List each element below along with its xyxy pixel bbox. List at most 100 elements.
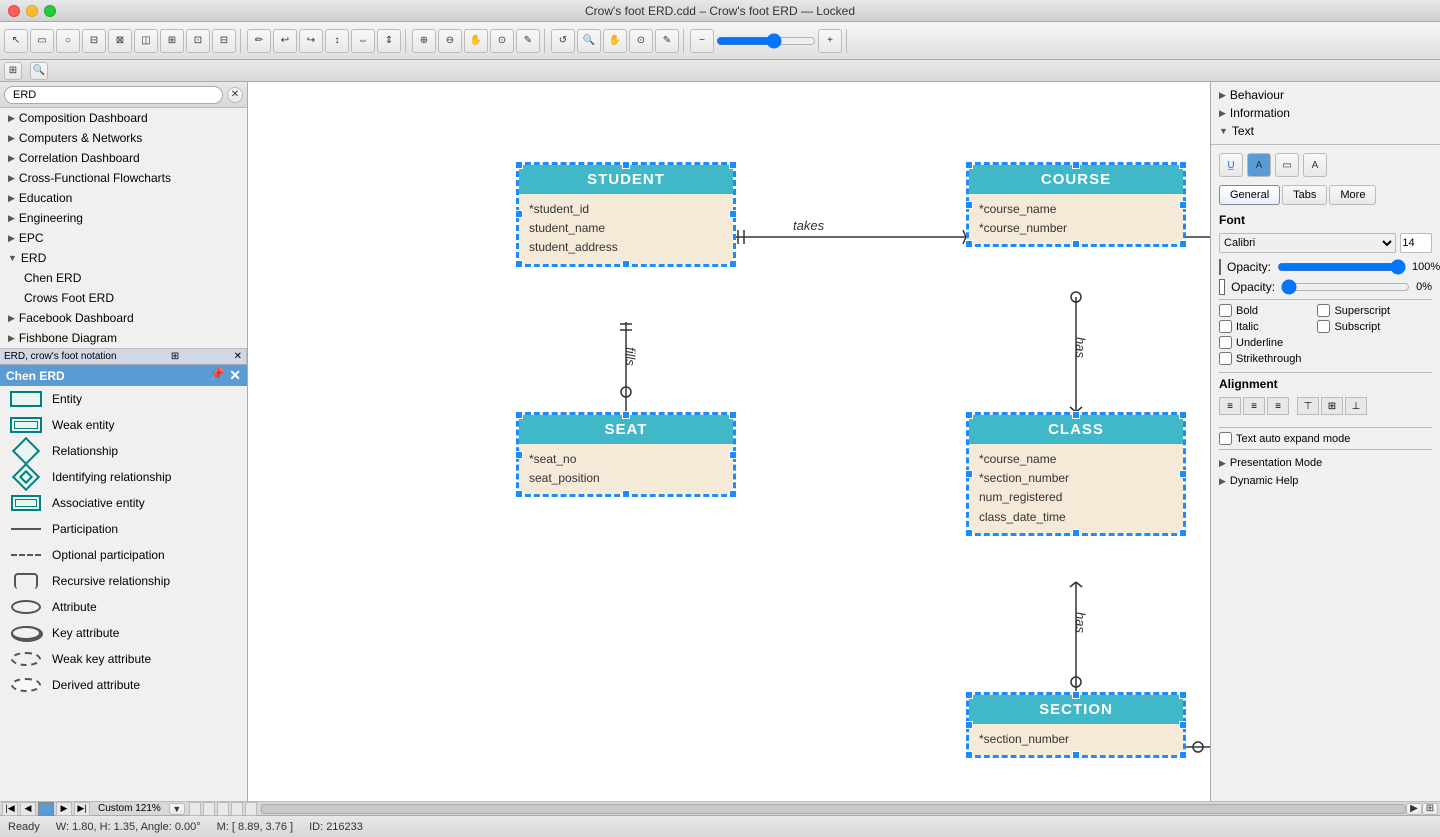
shape-weak-key[interactable]: Weak key attribute (0, 646, 247, 672)
font-size-input[interactable] (1400, 233, 1432, 253)
pencil-btn[interactable]: ✎ (655, 29, 679, 53)
align-center-button[interactable]: ≡ (1243, 397, 1265, 415)
page-size-3[interactable] (217, 802, 229, 816)
handle-tm[interactable] (1072, 411, 1080, 419)
align-top-button[interactable]: ⊤ (1297, 397, 1319, 415)
shape-entity[interactable]: Entity (0, 386, 247, 412)
search-toggle[interactable]: 🔍 (30, 62, 48, 80)
handle-tm[interactable] (622, 161, 630, 169)
close-button[interactable] (8, 5, 20, 17)
handle-mr[interactable] (1179, 201, 1187, 209)
tree-item-text[interactable]: ▼ Text (1215, 122, 1436, 140)
text-format-icon[interactable]: A (1303, 153, 1327, 177)
nav-tool5[interactable]: ✎ (516, 29, 540, 53)
handle-bl[interactable] (515, 490, 523, 498)
align-bottom-button[interactable]: ⊥ (1345, 397, 1367, 415)
underline-checkbox[interactable] (1219, 336, 1232, 349)
sidebar-item-fishbone[interactable]: ▶ Fishbone Diagram (0, 328, 247, 348)
canvas-area[interactable]: takes fills has has teaches tea... STUDE… (248, 82, 1210, 801)
shape-attribute[interactable]: Attribute (0, 594, 247, 620)
draw-tool3[interactable]: ↪ (299, 29, 323, 53)
handle-tl[interactable] (515, 411, 523, 419)
handle-tr[interactable] (729, 161, 737, 169)
shape-assoc-entity[interactable]: Associative entity (0, 490, 247, 516)
font-family-select[interactable]: Calibri (1219, 233, 1396, 253)
entity-student[interactable]: STUDENT *student_idstudent_namestudent_a… (516, 162, 736, 267)
page-prev-button[interactable]: |◀ (2, 802, 18, 816)
search-input[interactable] (4, 86, 223, 104)
handle-mr[interactable] (729, 210, 737, 218)
sidebar-item-crowsfoot[interactable]: Crows Foot ERD (0, 288, 247, 308)
zoom-minus[interactable]: − (690, 29, 714, 53)
nav-tool1[interactable]: ⊕ (412, 29, 436, 53)
sidebar-item-facebook[interactable]: ▶ Facebook Dashboard (0, 308, 247, 328)
refresh-btn[interactable]: ↺ (551, 29, 575, 53)
tab-close-icon[interactable]: ✕ (234, 351, 242, 362)
close-panel-button[interactable]: ✕ (229, 367, 241, 384)
ellipse-tool[interactable]: ○ (56, 29, 80, 53)
draw-tool5[interactable]: ⇔ (351, 29, 375, 53)
more-tool4[interactable]: ⊡ (186, 29, 210, 53)
print-btn[interactable]: ⊙ (629, 29, 653, 53)
tree-item-information[interactable]: ▶ Information (1215, 104, 1436, 122)
page-size-4[interactable] (231, 802, 243, 816)
superscript-checkbox[interactable] (1317, 304, 1330, 317)
page-size-1[interactable] (189, 802, 201, 816)
handle-bm[interactable] (622, 490, 630, 498)
tab-general[interactable]: General (1219, 185, 1280, 205)
handle-ml[interactable] (965, 201, 973, 209)
align-left-button[interactable]: ≡ (1219, 397, 1241, 415)
pin-icon[interactable]: 📌 (210, 367, 225, 384)
hand-btn[interactable]: ✋ (603, 29, 627, 53)
more-tool5[interactable]: ⊟ (212, 29, 236, 53)
entity-course[interactable]: COURSE *course_name*course_number (966, 162, 1186, 247)
text-box-icon[interactable]: ▭ (1275, 153, 1299, 177)
scroll-right-button[interactable]: ▶ (1406, 803, 1422, 815)
page-size-2[interactable] (203, 802, 215, 816)
handle-tr[interactable] (1179, 411, 1187, 419)
handle-bl[interactable] (515, 260, 523, 268)
handle-mr[interactable] (1179, 721, 1187, 729)
handle-mr[interactable] (729, 451, 737, 459)
handle-br[interactable] (1179, 240, 1187, 248)
nav-tool2[interactable]: ⊖ (438, 29, 462, 53)
subscript-checkbox[interactable] (1317, 320, 1330, 333)
handle-tr[interactable] (729, 411, 737, 419)
handle-tl[interactable] (515, 161, 523, 169)
sidebar-item-crossfunc[interactable]: ▶ Cross-Functional Flowcharts (0, 168, 247, 188)
entity-section[interactable]: SECTION *section_number (966, 692, 1186, 758)
more-tool2[interactable]: ◫ (134, 29, 158, 53)
sidebar-item-engineering[interactable]: ▶ Engineering (0, 208, 247, 228)
tab-tabs[interactable]: Tabs (1282, 185, 1327, 205)
sidebar-item-composition[interactable]: ▶ Composition Dashboard (0, 108, 247, 128)
hscroll-track[interactable] (261, 804, 1406, 814)
bg-color-swatch[interactable] (1219, 279, 1225, 295)
handle-tm[interactable] (1072, 691, 1080, 699)
draw-tool6[interactable]: ⇕ (377, 29, 401, 53)
handle-tm[interactable] (622, 411, 630, 419)
line-tool[interactable]: ⊟ (82, 29, 106, 53)
align-middle-button[interactable]: ⊞ (1321, 397, 1343, 415)
shape-weak-entity[interactable]: Weak entity (0, 412, 247, 438)
handle-bm[interactable] (1072, 529, 1080, 537)
search-clear-button[interactable]: ✕ (227, 87, 243, 103)
text-auto-expand-checkbox[interactable] (1219, 432, 1232, 445)
handle-bl[interactable] (965, 751, 973, 759)
strikethrough-checkbox[interactable] (1219, 352, 1232, 365)
shape-optional-participation[interactable]: Optional participation (0, 542, 247, 568)
canvas[interactable]: takes fills has has teaches tea... STUDE… (248, 82, 1210, 801)
sidebar-item-epc[interactable]: ▶ EPC (0, 228, 247, 248)
resize-button[interactable]: ⊞ (1422, 803, 1438, 815)
tab-more[interactable]: More (1329, 185, 1376, 205)
sidebar-item-education[interactable]: ▶ Education (0, 188, 247, 208)
handle-bl[interactable] (965, 240, 973, 248)
grid-toggle[interactable]: ⊞ (4, 62, 22, 80)
zoom-plus[interactable]: + (818, 29, 842, 53)
italic-checkbox[interactable] (1219, 320, 1232, 333)
shape-relationship[interactable]: Relationship (0, 438, 247, 464)
more-tool3[interactable]: ⊞ (160, 29, 184, 53)
handle-ml[interactable] (515, 210, 523, 218)
text-underline-icon[interactable]: U̲ (1219, 153, 1243, 177)
handle-br[interactable] (729, 490, 737, 498)
text-opacity-slider[interactable] (1277, 261, 1406, 273)
